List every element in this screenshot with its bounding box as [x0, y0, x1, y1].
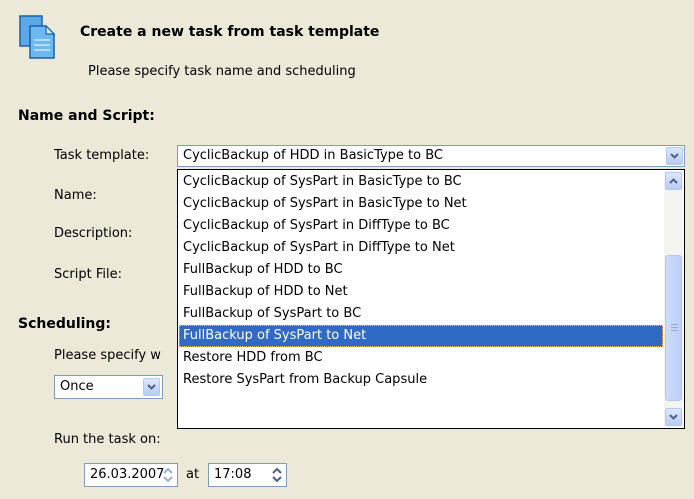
chevron-up-icon: [669, 178, 678, 184]
frequency-dropdown-button[interactable]: [143, 378, 160, 396]
list-item[interactable]: CyclicBackup of SysPart in DiffType to N…: [179, 237, 663, 259]
dropdown-scrollbar[interactable]: [664, 171, 683, 427]
list-item[interactable]: CyclicBackup of SysPart in BasicType to …: [179, 171, 663, 193]
chevron-down-icon: [669, 414, 678, 420]
wizard-header: Create a new task from task template Ple…: [0, 0, 694, 90]
task-template-dropdown-button[interactable]: [666, 147, 683, 165]
list-item[interactable]: FullBackup of SysPart to Net: [179, 325, 663, 347]
wizard-subtitle: Please specify task name and scheduling: [88, 64, 356, 79]
task-template-combo[interactable]: CyclicBackup of HDD in BasicType to BC: [177, 145, 685, 167]
copy-document-icon: [19, 15, 56, 59]
frequency-combo[interactable]: Once: [54, 375, 163, 399]
spin-arrows-icon[interactable]: [270, 466, 284, 484]
frequency-value: Once: [60, 379, 94, 394]
chevron-down-icon: [147, 384, 156, 390]
list-item[interactable]: FullBackup of SysPart to BC: [179, 303, 663, 325]
list-item[interactable]: CyclicBackup of SysPart in DiffType to B…: [179, 215, 663, 237]
task-template-label: Task template:: [54, 148, 150, 163]
date-spinner[interactable]: 26.03.2007: [84, 463, 178, 487]
date-value: 26.03.2007: [90, 467, 165, 482]
run-task-label: Run the task on:: [54, 432, 161, 447]
name-script-section-label: Name and Script:: [18, 108, 155, 124]
task-template-value: CyclicBackup of HDD in BasicType to BC: [183, 148, 444, 163]
task-template-dropdown-list[interactable]: CyclicBackup of SysPart in BasicType to …: [177, 169, 685, 429]
scheduling-specify-label: Please specify w: [54, 348, 161, 363]
list-item[interactable]: Restore SysPart from Backup Capsule: [179, 369, 663, 391]
scrollbar-thumb[interactable]: [665, 255, 682, 401]
spin-arrows-icon[interactable]: [161, 466, 175, 484]
chevron-down-icon: [670, 153, 679, 159]
scroll-down-button[interactable]: [665, 408, 682, 426]
list-item[interactable]: CyclicBackup of SysPart in BasicType to …: [179, 193, 663, 215]
time-spinner[interactable]: 17:08: [208, 463, 287, 487]
wizard-title: Create a new task from task template: [80, 24, 380, 40]
description-label: Description:: [54, 226, 133, 241]
scheduling-section-label: Scheduling:: [18, 316, 112, 332]
list-item[interactable]: Restore HDD from BC: [179, 347, 663, 369]
scroll-up-button[interactable]: [665, 172, 682, 190]
script-file-label: Script File:: [54, 267, 122, 282]
name-label: Name:: [54, 188, 97, 203]
list-item[interactable]: FullBackup of HDD to BC: [179, 259, 663, 281]
time-value: 17:08: [214, 467, 252, 482]
at-label: at: [186, 467, 200, 482]
list-item[interactable]: FullBackup of HDD to Net: [179, 281, 663, 303]
